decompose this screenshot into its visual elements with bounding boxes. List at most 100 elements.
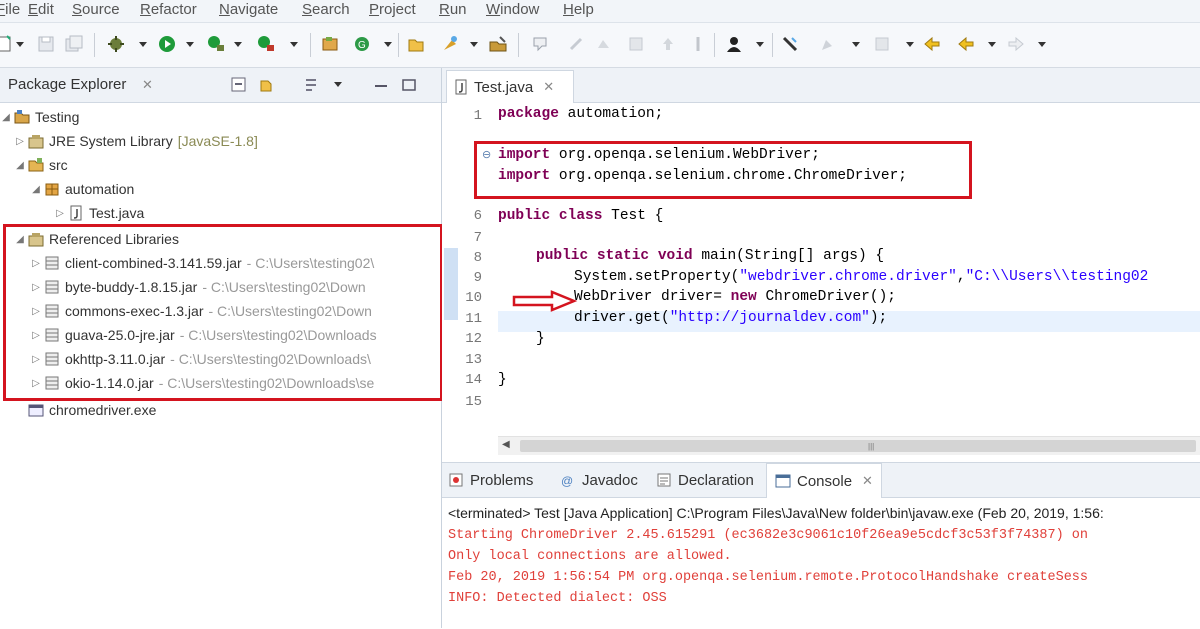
tree-detail: [JavaSE-1.8] [177, 133, 258, 149]
menu-run[interactable]: Run [439, 0, 467, 20]
prev-annotation-icon[interactable] [626, 34, 646, 54]
chevron-down-icon[interactable] [186, 42, 194, 47]
console-line: Starting ChromeDriver 2.45.615291 (ec368… [448, 528, 1089, 543]
menu-source[interactable]: Source [72, 0, 120, 20]
toolbar-separator [398, 33, 399, 57]
open-type-icon[interactable] [440, 34, 460, 54]
toolbar-separator [714, 33, 715, 57]
toolbar-separator [772, 33, 773, 57]
chevron-down-icon[interactable] [290, 42, 298, 47]
toggle-mark-icon[interactable] [566, 34, 586, 54]
chevron-down-icon[interactable] [234, 42, 242, 47]
run-icon[interactable] [157, 34, 177, 54]
tab-console[interactable]: Console ✕ [766, 463, 882, 498]
link-editor-icon[interactable] [258, 76, 276, 94]
menu-window[interactable]: Window [486, 0, 539, 20]
scrollbar-thumb[interactable] [520, 440, 1196, 452]
menu-help[interactable]: Help [563, 0, 594, 20]
menu-edit[interactable]: Edit [28, 0, 54, 20]
back-icon[interactable] [922, 34, 942, 54]
forward-icon[interactable] [1006, 34, 1026, 54]
code-line[interactable]: public class Test { [498, 208, 663, 224]
chevron-down-icon[interactable] [988, 42, 996, 47]
user-icon[interactable] [724, 34, 744, 54]
next-annotation-icon[interactable] [594, 34, 614, 54]
new-package-icon[interactable]: G [352, 34, 372, 54]
chevron-down-icon[interactable]: ◢ [30, 184, 42, 195]
pin-icon[interactable] [688, 34, 708, 54]
console-line: Feb 20, 2019 1:56:54 PM org.openqa.selen… [448, 570, 1089, 585]
tree-exe[interactable]: chromedriver.exe [14, 399, 156, 421]
outline-icon[interactable] [872, 34, 892, 54]
tree-jre[interactable]: ▷ JRE System Library [JavaSE-1.8] [14, 130, 258, 152]
menu-navigate[interactable]: Navigate [219, 0, 278, 20]
code-line[interactable]: WebDriver driver= new ChromeDriver(); [574, 289, 896, 305]
horizontal-scrollbar[interactable]: ◀ ||| [498, 436, 1200, 455]
line-number: 13 [465, 352, 482, 368]
scroll-left-icon[interactable]: ◀ [502, 439, 510, 450]
search-icon[interactable] [530, 34, 550, 54]
tree-package[interactable]: ◢ automation [30, 178, 134, 200]
chevron-down-icon[interactable]: ◢ [14, 160, 26, 171]
package-explorer-title[interactable]: Package Explorer [8, 76, 126, 93]
maximize-icon[interactable] [400, 76, 418, 94]
tree-label: chromedriver.exe [49, 402, 157, 418]
tree-project[interactable]: ◢ Testing [0, 106, 79, 128]
chevron-down-icon[interactable] [384, 42, 392, 47]
chevron-down-icon[interactable] [1038, 42, 1046, 47]
new-class-icon[interactable] [406, 34, 426, 54]
chevron-down-icon[interactable] [906, 42, 914, 47]
package-explorer-panel: Package Explorer ✕ ◢ Testing ▷ JRE Syste… [0, 68, 443, 628]
close-icon[interactable]: ✕ [862, 473, 873, 489]
chevron-right-icon[interactable]: ▷ [54, 208, 66, 219]
toolbar-separator [310, 33, 311, 57]
new-java-project-icon[interactable] [320, 34, 340, 54]
chevron-down-icon[interactable] [756, 42, 764, 47]
chevron-right-icon[interactable]: ▷ [14, 136, 26, 147]
chevron-down-icon[interactable] [470, 42, 478, 47]
chevron-down-icon[interactable] [139, 42, 147, 47]
tree-src[interactable]: ◢ src [14, 154, 68, 176]
open-task-icon[interactable] [488, 34, 508, 54]
code-line[interactable]: } [498, 372, 507, 388]
code-line[interactable]: System.setProperty("webdriver.chrome.dri… [574, 269, 1148, 285]
focus-icon[interactable] [302, 76, 320, 94]
code-line[interactable]: } [536, 331, 545, 347]
chevron-down-icon[interactable]: ◢ [0, 112, 12, 123]
console-status: <terminated> Test [Java Application] C:\… [448, 505, 1104, 521]
menu-file[interactable]: File [0, 0, 20, 20]
line-number: 9 [473, 270, 482, 286]
new-icon[interactable] [0, 34, 14, 54]
tab-javadoc[interactable]: @ Javadoc [560, 463, 638, 497]
menu-refactor[interactable]: Refactor [140, 0, 197, 20]
external-tools-icon[interactable] [256, 34, 276, 54]
tree-label: JRE System Library [49, 133, 173, 149]
close-icon[interactable]: ✕ [142, 77, 153, 93]
collapse-all-icon[interactable] [230, 76, 248, 94]
save-all-icon[interactable] [64, 34, 84, 54]
minimize-icon[interactable] [372, 76, 390, 94]
code-line[interactable]: driver.get("http://journaldev.com"); [574, 310, 887, 326]
close-icon[interactable]: ✕ [543, 79, 554, 95]
pen-icon[interactable] [780, 34, 800, 54]
chevron-down-icon[interactable] [852, 42, 860, 47]
history-icon[interactable] [818, 34, 838, 54]
save-icon[interactable] [36, 34, 56, 54]
tab-test-java[interactable]: Test.java ✕ [446, 70, 574, 103]
back-history-icon[interactable] [956, 34, 976, 54]
tab-problems[interactable]: Problems [448, 463, 533, 497]
tab-declaration[interactable]: Declaration [656, 463, 754, 497]
chevron-down-icon[interactable] [16, 42, 24, 47]
code-line[interactable]: public static void main(String[] args) { [536, 248, 884, 264]
last-edit-icon[interactable] [658, 34, 678, 54]
run-last-icon[interactable] [206, 34, 226, 54]
console-line: Only local connections are allowed. [448, 549, 732, 564]
chevron-down-icon[interactable] [334, 82, 342, 87]
menu-project[interactable]: Project [369, 0, 416, 20]
tree-label: Testing [35, 109, 80, 125]
editor-tab-bar: Test.java ✕ [442, 68, 1200, 103]
code-line[interactable]: package automation; [498, 106, 663, 122]
menu-search[interactable]: Search [302, 0, 350, 20]
tree-file[interactable]: ▷ Test.java [54, 202, 144, 224]
debug-icon[interactable] [106, 34, 126, 54]
